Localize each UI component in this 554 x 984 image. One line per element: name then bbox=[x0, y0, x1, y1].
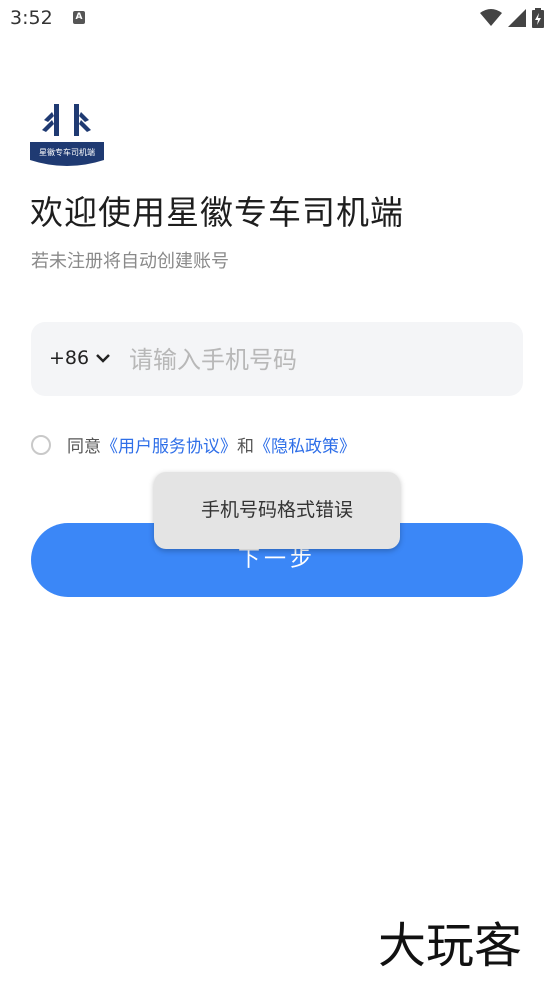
error-toast: 手机号码格式错误 bbox=[154, 472, 400, 549]
phone-field: +86 bbox=[31, 322, 523, 396]
agreement-row: 同意 《用户服务协议》 和 《隐私政策》 bbox=[31, 432, 356, 457]
logo-text: 星徽专车司机端 bbox=[39, 147, 95, 157]
battery-icon bbox=[532, 8, 544, 28]
signal-icon bbox=[508, 9, 526, 27]
country-code-label: +86 bbox=[49, 347, 90, 369]
wifi-icon bbox=[480, 9, 502, 26]
status-bar: 3:52 A bbox=[0, 0, 554, 38]
system-icons bbox=[480, 8, 544, 28]
user-agreement-link[interactable]: 《用户服务协议》 bbox=[101, 432, 237, 457]
privacy-policy-link[interactable]: 《隐私政策》 bbox=[254, 432, 356, 457]
watermark-text: 大玩客 bbox=[378, 918, 522, 970]
chevron-down-icon bbox=[96, 354, 110, 363]
notification-icon: A bbox=[73, 11, 85, 24]
status-time: 3:52 bbox=[10, 7, 53, 29]
page-title: 欢迎使用星徽专车司机端 bbox=[30, 193, 404, 232]
agreement-prefix: 同意 bbox=[67, 437, 101, 457]
phone-input[interactable] bbox=[127, 336, 511, 384]
agreement-conjunction: 和 bbox=[237, 437, 254, 457]
page-subtitle: 若未注册将自动创建账号 bbox=[31, 251, 229, 272]
country-code-selector[interactable]: +86 bbox=[49, 347, 111, 369]
watermark: 大玩客 bbox=[378, 914, 544, 974]
agreement-checkbox[interactable] bbox=[31, 434, 51, 455]
app-logo: 星徽专车司机端 bbox=[30, 98, 104, 168]
